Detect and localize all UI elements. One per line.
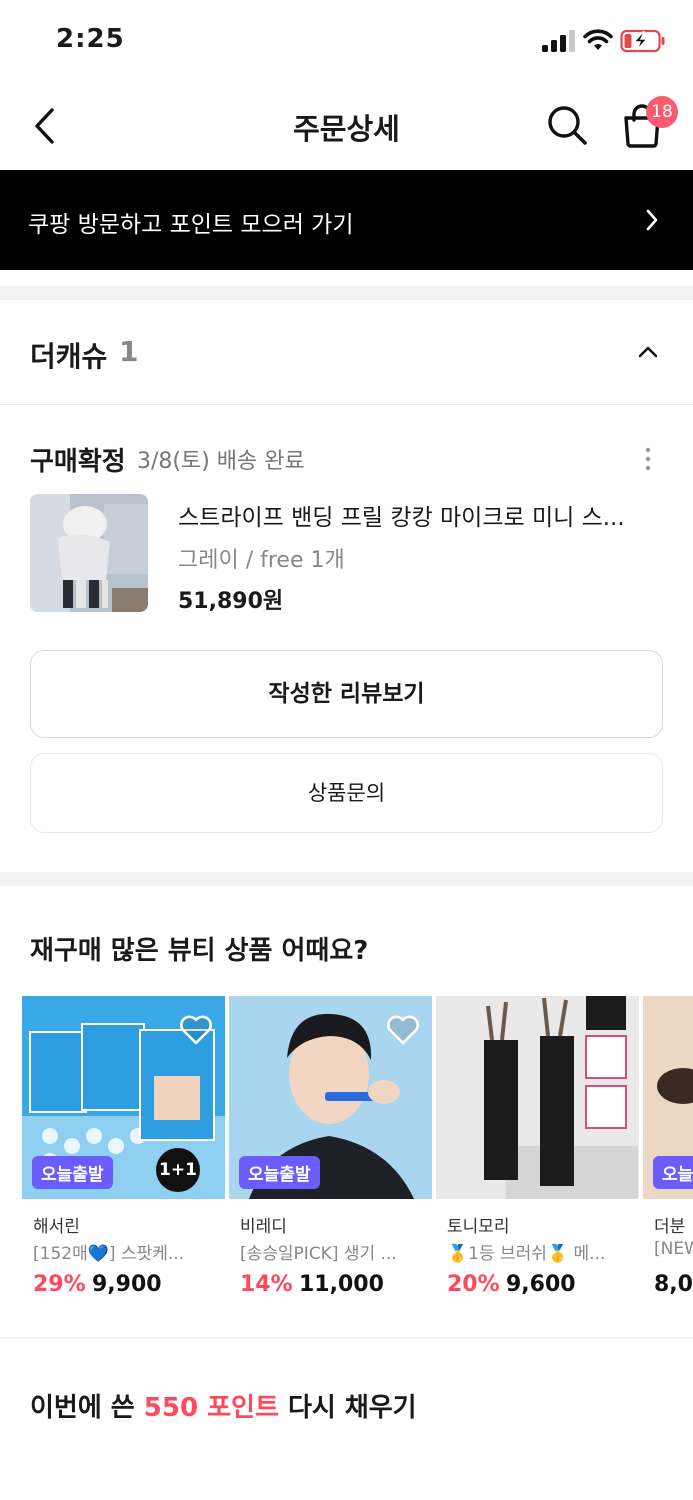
wifi-icon xyxy=(583,29,613,50)
point-refill-title: 이번에 쓴 550 포인트 다시 채우기 xyxy=(30,1387,417,1424)
sale-price: 11,000 xyxy=(299,1272,384,1297)
product-brand: 더분 xyxy=(654,1217,686,1237)
product-inquiry-button[interactable]: 상품문의 xyxy=(30,753,663,833)
cellular-signal-icon xyxy=(542,30,575,52)
section-divider xyxy=(0,1337,693,1339)
product-name[interactable]: 스트라이프 밴딩 프릴 캉캉 마이크로 미니 스... xyxy=(178,498,638,532)
heart-icon[interactable] xyxy=(179,1014,213,1046)
heart-icon[interactable] xyxy=(386,1014,420,1046)
point-refill-prefix: 이번에 쓴 xyxy=(30,1393,144,1423)
battery-charging-icon xyxy=(620,29,665,53)
section-divider xyxy=(0,286,693,300)
product-card[interactable]: 오늘출발 비레디 [송승일PICK] 생기 ... 14% 11,000 xyxy=(229,996,432,1316)
recommendation-carousel[interactable]: 오늘출발 1+1 해서린 [152매💙] 스팟케... 29% 9,900 오늘… xyxy=(22,996,693,1316)
product-name: 🥇1등 브러쉬🥇 메... xyxy=(447,1244,606,1264)
discount-rate: 29% xyxy=(33,1272,86,1297)
shop-item-count: 1 xyxy=(119,335,139,368)
shop-name: 더캐슈 xyxy=(30,340,108,373)
product-brand: 비레디 xyxy=(240,1217,287,1237)
promo-banner-text: 쿠팡 방문하고 포인트 모으러 가기 xyxy=(28,212,354,238)
product-name: [송승일PICK] 생기 ... xyxy=(240,1244,397,1264)
product-thumbnail[interactable] xyxy=(30,494,148,612)
point-amount: 550 포인트 xyxy=(143,1393,279,1423)
sale-price: 8,00 xyxy=(654,1272,693,1297)
section-divider xyxy=(0,872,693,886)
search-icon[interactable] xyxy=(544,102,590,148)
one-plus-one-badge: 1+1 xyxy=(156,1148,200,1192)
product-name: [NEW xyxy=(654,1239,693,1259)
discount-rate: 20% xyxy=(447,1272,500,1297)
status-time: 2:25 xyxy=(56,24,125,54)
order-status: 구매확정 xyxy=(30,447,126,477)
chevron-right-icon xyxy=(646,209,658,231)
today-ship-badge: 오늘출발 xyxy=(32,1156,113,1189)
product-brand: 토니모리 xyxy=(447,1217,510,1237)
today-ship-badge: 오늘 xyxy=(653,1156,693,1189)
recommendation-title: 재구매 많은 뷰티 상품 어때요? xyxy=(30,936,369,966)
product-card[interactable]: 오늘 더분 [NEW 8,00 xyxy=(643,996,693,1316)
more-options-icon[interactable] xyxy=(640,446,656,472)
point-refill-suffix: 다시 채우기 xyxy=(278,1393,417,1423)
status-bar: 2:25 xyxy=(0,0,693,84)
app-header: 주문상세 xyxy=(0,84,693,170)
product-card[interactable]: 오늘출발 1+1 해서린 [152매💙] 스팟케... 29% 9,900 xyxy=(22,996,225,1316)
sale-price: 9,900 xyxy=(92,1272,162,1297)
promo-banner[interactable]: 쿠팡 방문하고 포인트 모으러 가기 xyxy=(0,170,693,270)
today-ship-badge: 오늘출발 xyxy=(239,1156,320,1189)
product-image xyxy=(436,996,639,1199)
shop-header[interactable]: 더캐슈 1 xyxy=(0,300,693,405)
view-review-button[interactable]: 작성한 리뷰보기 xyxy=(30,650,663,738)
sale-price: 9,600 xyxy=(506,1272,576,1297)
product-name: [152매💙] 스팟케... xyxy=(33,1244,185,1264)
product-card[interactable]: 토니모리 🥇1등 브러쉬🥇 메... 20% 9,600 xyxy=(436,996,639,1316)
product-brand: 해서린 xyxy=(33,1217,80,1237)
product-price: 51,890원 xyxy=(178,589,284,614)
product-option: 그레이 / free 1개 xyxy=(178,548,345,573)
order-delivery-info: 3/8(토) 배송 완료 xyxy=(137,449,305,474)
chevron-up-icon[interactable] xyxy=(636,340,660,364)
cart-count-badge: 18 xyxy=(646,96,678,128)
discount-rate: 14% xyxy=(240,1272,293,1297)
